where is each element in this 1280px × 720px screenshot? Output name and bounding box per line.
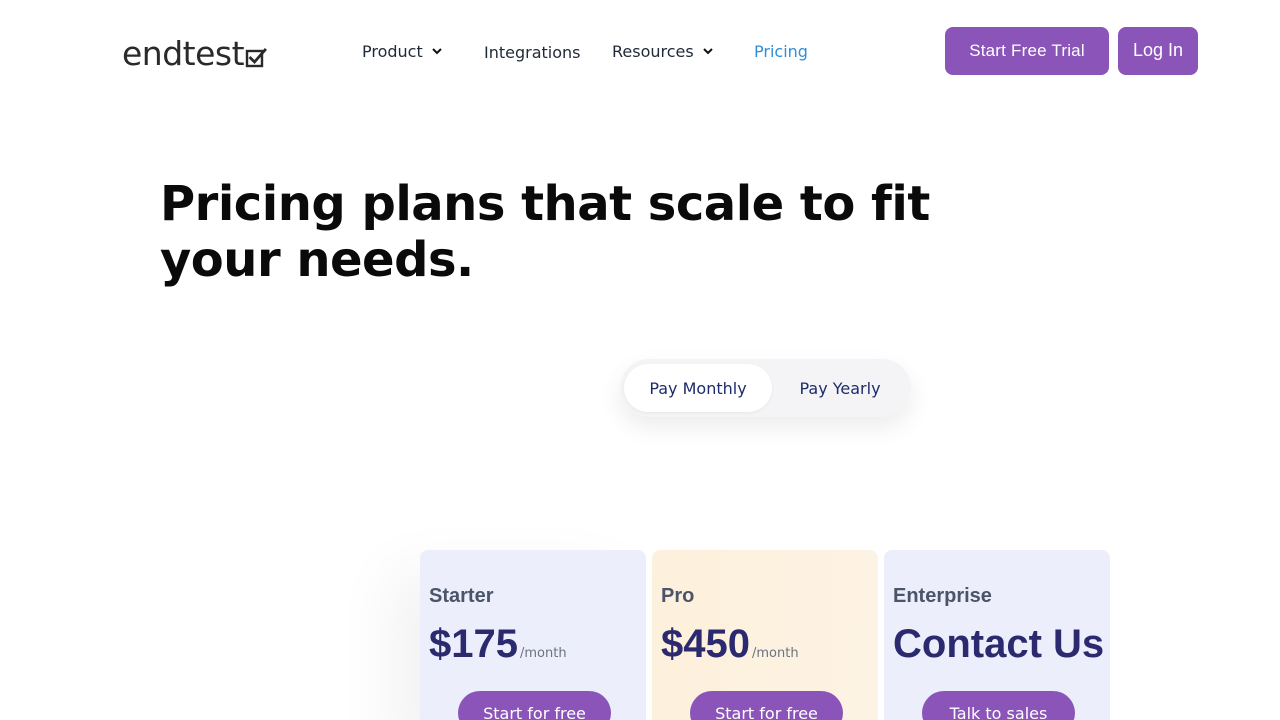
log-in-button[interactable]: Log In xyxy=(1118,27,1198,75)
page-title: Pricing plans that scale to fit your nee… xyxy=(160,176,930,288)
price-amount: $175 xyxy=(429,622,518,666)
plan-price: $175 /month xyxy=(429,622,567,666)
nav-item-label: Product xyxy=(362,41,423,61)
plan-name: Enterprise xyxy=(893,585,992,607)
nav-item-label: Pricing xyxy=(754,41,808,61)
chevron-down-icon xyxy=(703,48,713,55)
plan-name: Pro xyxy=(661,585,695,607)
chevron-down-icon xyxy=(432,48,442,55)
nav-item-resources[interactable]: Resources xyxy=(612,38,714,64)
logo[interactable]: endtest xyxy=(122,34,268,73)
pay-monthly-option[interactable]: Pay Monthly xyxy=(624,364,772,412)
nav-item-pricing[interactable]: Pricing xyxy=(754,38,808,64)
plan-name: Starter xyxy=(429,585,494,607)
start-free-trial-button[interactable]: Start Free Trial xyxy=(945,27,1109,75)
plan-card-pro: Pro $450 /month Start for free xyxy=(652,550,878,720)
price-period: /month xyxy=(519,646,567,661)
start-for-free-button[interactable]: Start for free xyxy=(690,691,843,720)
plan-price: $450 /month xyxy=(661,622,799,666)
pay-yearly-option[interactable]: Pay Yearly xyxy=(780,364,900,412)
nav-item-product[interactable]: Product xyxy=(362,38,443,64)
nav-item-integrations[interactable]: Integrations xyxy=(484,39,581,65)
button-label: Talk to sales xyxy=(949,703,1048,720)
billing-toggle: Pay Monthly Pay Yearly xyxy=(620,359,911,417)
plan-card-enterprise: Enterprise Contact Us Talk to sales xyxy=(884,550,1110,720)
checkbox-check-icon xyxy=(245,48,268,68)
button-label: Start for free xyxy=(715,703,818,720)
nav-item-label: Integrations xyxy=(484,42,581,62)
talk-to-sales-button[interactable]: Talk to sales xyxy=(922,691,1075,720)
logo-text: endtest xyxy=(122,34,245,73)
plan-card-starter: Starter $175 /month Start for free xyxy=(420,550,646,720)
price-period: /month xyxy=(751,646,799,661)
price-amount: $450 xyxy=(661,622,750,666)
price-amount: Contact Us xyxy=(893,622,1105,666)
button-label: Start for free xyxy=(483,703,586,720)
plan-price: Contact Us xyxy=(893,622,1104,666)
start-for-free-button[interactable]: Start for free xyxy=(458,691,611,720)
nav-item-label: Resources xyxy=(612,41,694,61)
